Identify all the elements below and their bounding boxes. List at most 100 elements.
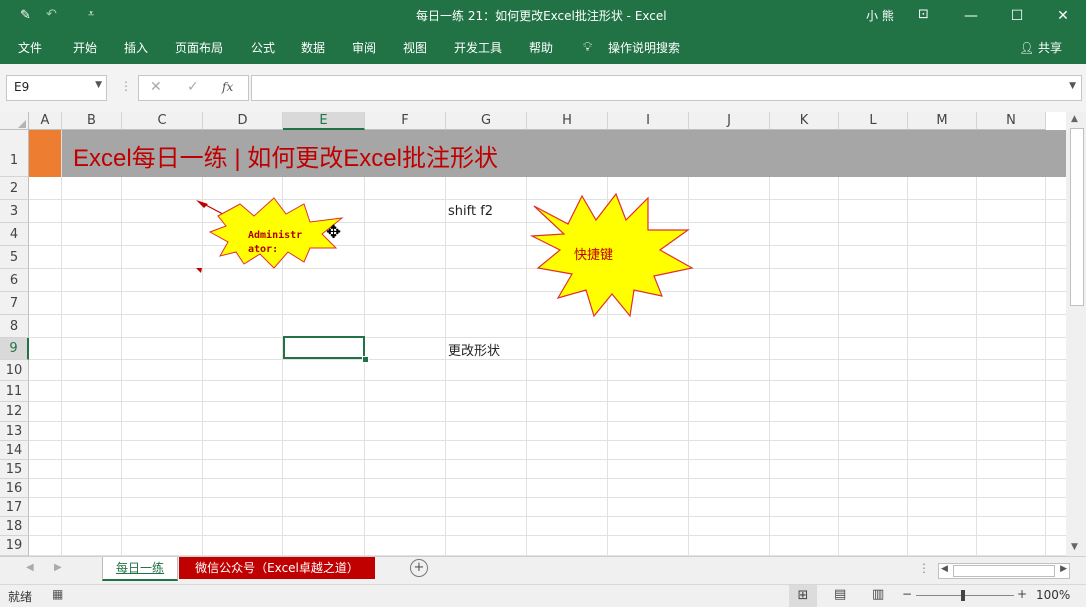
scroll-up-icon[interactable]: ▲: [1071, 114, 1078, 124]
tab-insert[interactable]: 插入: [124, 32, 148, 64]
column-header-n[interactable]: N: [977, 112, 1046, 130]
column-header-e[interactable]: E: [283, 112, 365, 130]
normal-view-icon[interactable]: ⊞: [789, 585, 817, 607]
scroll-left-icon[interactable]: ◀: [941, 564, 948, 574]
column-header-g[interactable]: G: [446, 112, 527, 130]
minimize-button[interactable]: —: [948, 0, 994, 32]
select-all-corner[interactable]: [0, 112, 29, 130]
row-header-14[interactable]: 14: [0, 441, 29, 460]
gridline-vertical: [907, 130, 908, 556]
column-header-h[interactable]: H: [527, 112, 608, 130]
formula-bar-area: E9 ▼ ⋮ ✕ ✓ fx ▼: [0, 64, 1086, 112]
cell-a1-fill[interactable]: [29, 130, 61, 177]
zoom-slider-thumb[interactable]: [961, 590, 965, 601]
sheet-tab-wechat[interactable]: 微信公众号（Excel卓越之道）: [179, 557, 375, 579]
tell-me-search[interactable]: 操作说明搜索: [608, 32, 680, 64]
row-header-2[interactable]: 2: [0, 177, 29, 200]
page-break-view-icon[interactable]: ▥: [872, 587, 884, 602]
sheet-tab-bar: ◀ ▶ 每日一练 微信公众号（Excel卓越之道） + ⋮ ◀ ▶: [0, 556, 1086, 585]
scroll-thumb[interactable]: [1070, 128, 1084, 306]
row-header-7[interactable]: 7: [0, 292, 29, 315]
column-header-l[interactable]: L: [839, 112, 908, 130]
customize-toolbar-icon[interactable]: ⩡: [88, 7, 94, 21]
row-header-13[interactable]: 13: [0, 422, 29, 441]
row-header-12[interactable]: 12: [0, 402, 29, 422]
row-header-10[interactable]: 10: [0, 360, 29, 381]
close-button[interactable]: ✕: [1040, 0, 1086, 32]
row-header-4[interactable]: 4: [0, 223, 29, 246]
tab-page-layout[interactable]: 页面布局: [175, 32, 223, 64]
add-sheet-icon[interactable]: +: [410, 559, 428, 577]
starburst-shape[interactable]: 快捷键: [528, 190, 694, 320]
tab-data[interactable]: 数据: [301, 32, 325, 64]
column-header-a[interactable]: A: [29, 112, 62, 130]
share-button[interactable]: 共享: [1038, 32, 1062, 64]
zoom-out-button[interactable]: −: [902, 587, 912, 601]
row-header-11[interactable]: 11: [0, 381, 29, 402]
column-header-c[interactable]: C: [122, 112, 203, 130]
gridline-horizontal: [29, 440, 1066, 441]
row-header-3[interactable]: 3: [0, 200, 29, 223]
chevron-down-icon[interactable]: ▼: [95, 80, 102, 90]
next-sheet-icon[interactable]: ▶: [54, 562, 62, 573]
column-header-d[interactable]: D: [203, 112, 283, 130]
scroll-down-icon[interactable]: ▼: [1071, 542, 1078, 552]
user-name[interactable]: 小 熊: [866, 0, 894, 32]
fill-handle[interactable]: [362, 356, 369, 363]
row-header-19[interactable]: 19: [0, 536, 29, 556]
undo-icon[interactable]: ↶: [46, 7, 57, 22]
tab-view[interactable]: 视图: [403, 32, 427, 64]
expand-formula-icon[interactable]: ▼: [1069, 81, 1076, 91]
tab-help[interactable]: 帮助: [529, 32, 553, 64]
zoom-slider[interactable]: [916, 590, 1014, 601]
row-header-6[interactable]: 6: [0, 269, 29, 292]
comment-resize-marker: [196, 268, 202, 273]
title-banner[interactable]: Excel每日一练 | 如何更改Excel批注形状: [62, 130, 1066, 177]
tab-formulas[interactable]: 公式: [251, 32, 275, 64]
sheet-tab-daily[interactable]: 每日一练: [102, 557, 178, 581]
tab-file[interactable]: 文件: [18, 32, 42, 64]
column-header-f[interactable]: F: [365, 112, 446, 130]
row-header-17[interactable]: 17: [0, 498, 29, 517]
row-header-18[interactable]: 18: [0, 517, 29, 536]
column-header-m[interactable]: M: [908, 112, 977, 130]
tab-split-icon[interactable]: ⋮: [918, 561, 930, 575]
worksheet-grid[interactable]: ABCDEFGHIJKLMN 1 2 3 4 5 6 7 8 9 10 11 12 13 14 15 16 17…: [0, 112, 1066, 556]
insert-function-button[interactable]: fx: [222, 80, 233, 94]
selected-cell-e9[interactable]: [283, 336, 365, 359]
prev-sheet-icon[interactable]: ◀: [26, 562, 34, 573]
row-header-16[interactable]: 16: [0, 479, 29, 498]
ribbon-display-options-icon[interactable]: ⊡: [918, 7, 929, 22]
scroll-right-icon[interactable]: ▶: [1060, 564, 1067, 574]
maximize-button[interactable]: ☐: [994, 0, 1040, 32]
zoom-in-button[interactable]: +: [1017, 587, 1027, 601]
row-header-5[interactable]: 5: [0, 246, 29, 269]
cell-g3[interactable]: shift f2: [448, 204, 493, 219]
column-header-b[interactable]: B: [62, 112, 122, 130]
vertical-scrollbar[interactable]: ▲ ▼: [1066, 112, 1086, 556]
row-header-9[interactable]: 9: [0, 338, 29, 360]
cell-g9[interactable]: 更改形状: [448, 340, 500, 359]
zoom-level[interactable]: 100%: [1036, 588, 1070, 602]
gridline-vertical: [526, 130, 527, 556]
formula-buttons: ✕ ✓ fx: [138, 75, 249, 101]
formula-input[interactable]: ▼: [251, 75, 1082, 101]
row-header-8[interactable]: 8: [0, 315, 29, 338]
tab-developer[interactable]: 开发工具: [454, 32, 502, 64]
name-box[interactable]: E9 ▼: [6, 75, 107, 101]
starburst-label: 快捷键: [574, 248, 613, 263]
row-header-15[interactable]: 15: [0, 460, 29, 479]
column-header-k[interactable]: K: [770, 112, 839, 130]
cancel-icon[interactable]: ✕: [150, 79, 162, 95]
row-header-1[interactable]: 1: [0, 130, 29, 177]
column-header-i[interactable]: I: [608, 112, 689, 130]
enter-icon[interactable]: ✓: [187, 79, 199, 95]
touch-mode-icon[interactable]: ✎: [20, 8, 31, 23]
tab-home[interactable]: 开始: [73, 32, 97, 64]
horizontal-scrollbar[interactable]: ◀ ▶: [938, 563, 1070, 579]
column-header-j[interactable]: J: [689, 112, 770, 130]
hscroll-thumb[interactable]: [953, 565, 1055, 577]
tab-review[interactable]: 审阅: [352, 32, 376, 64]
macro-record-icon[interactable]: ▦: [52, 587, 63, 601]
page-layout-view-icon[interactable]: ▤: [834, 587, 846, 602]
